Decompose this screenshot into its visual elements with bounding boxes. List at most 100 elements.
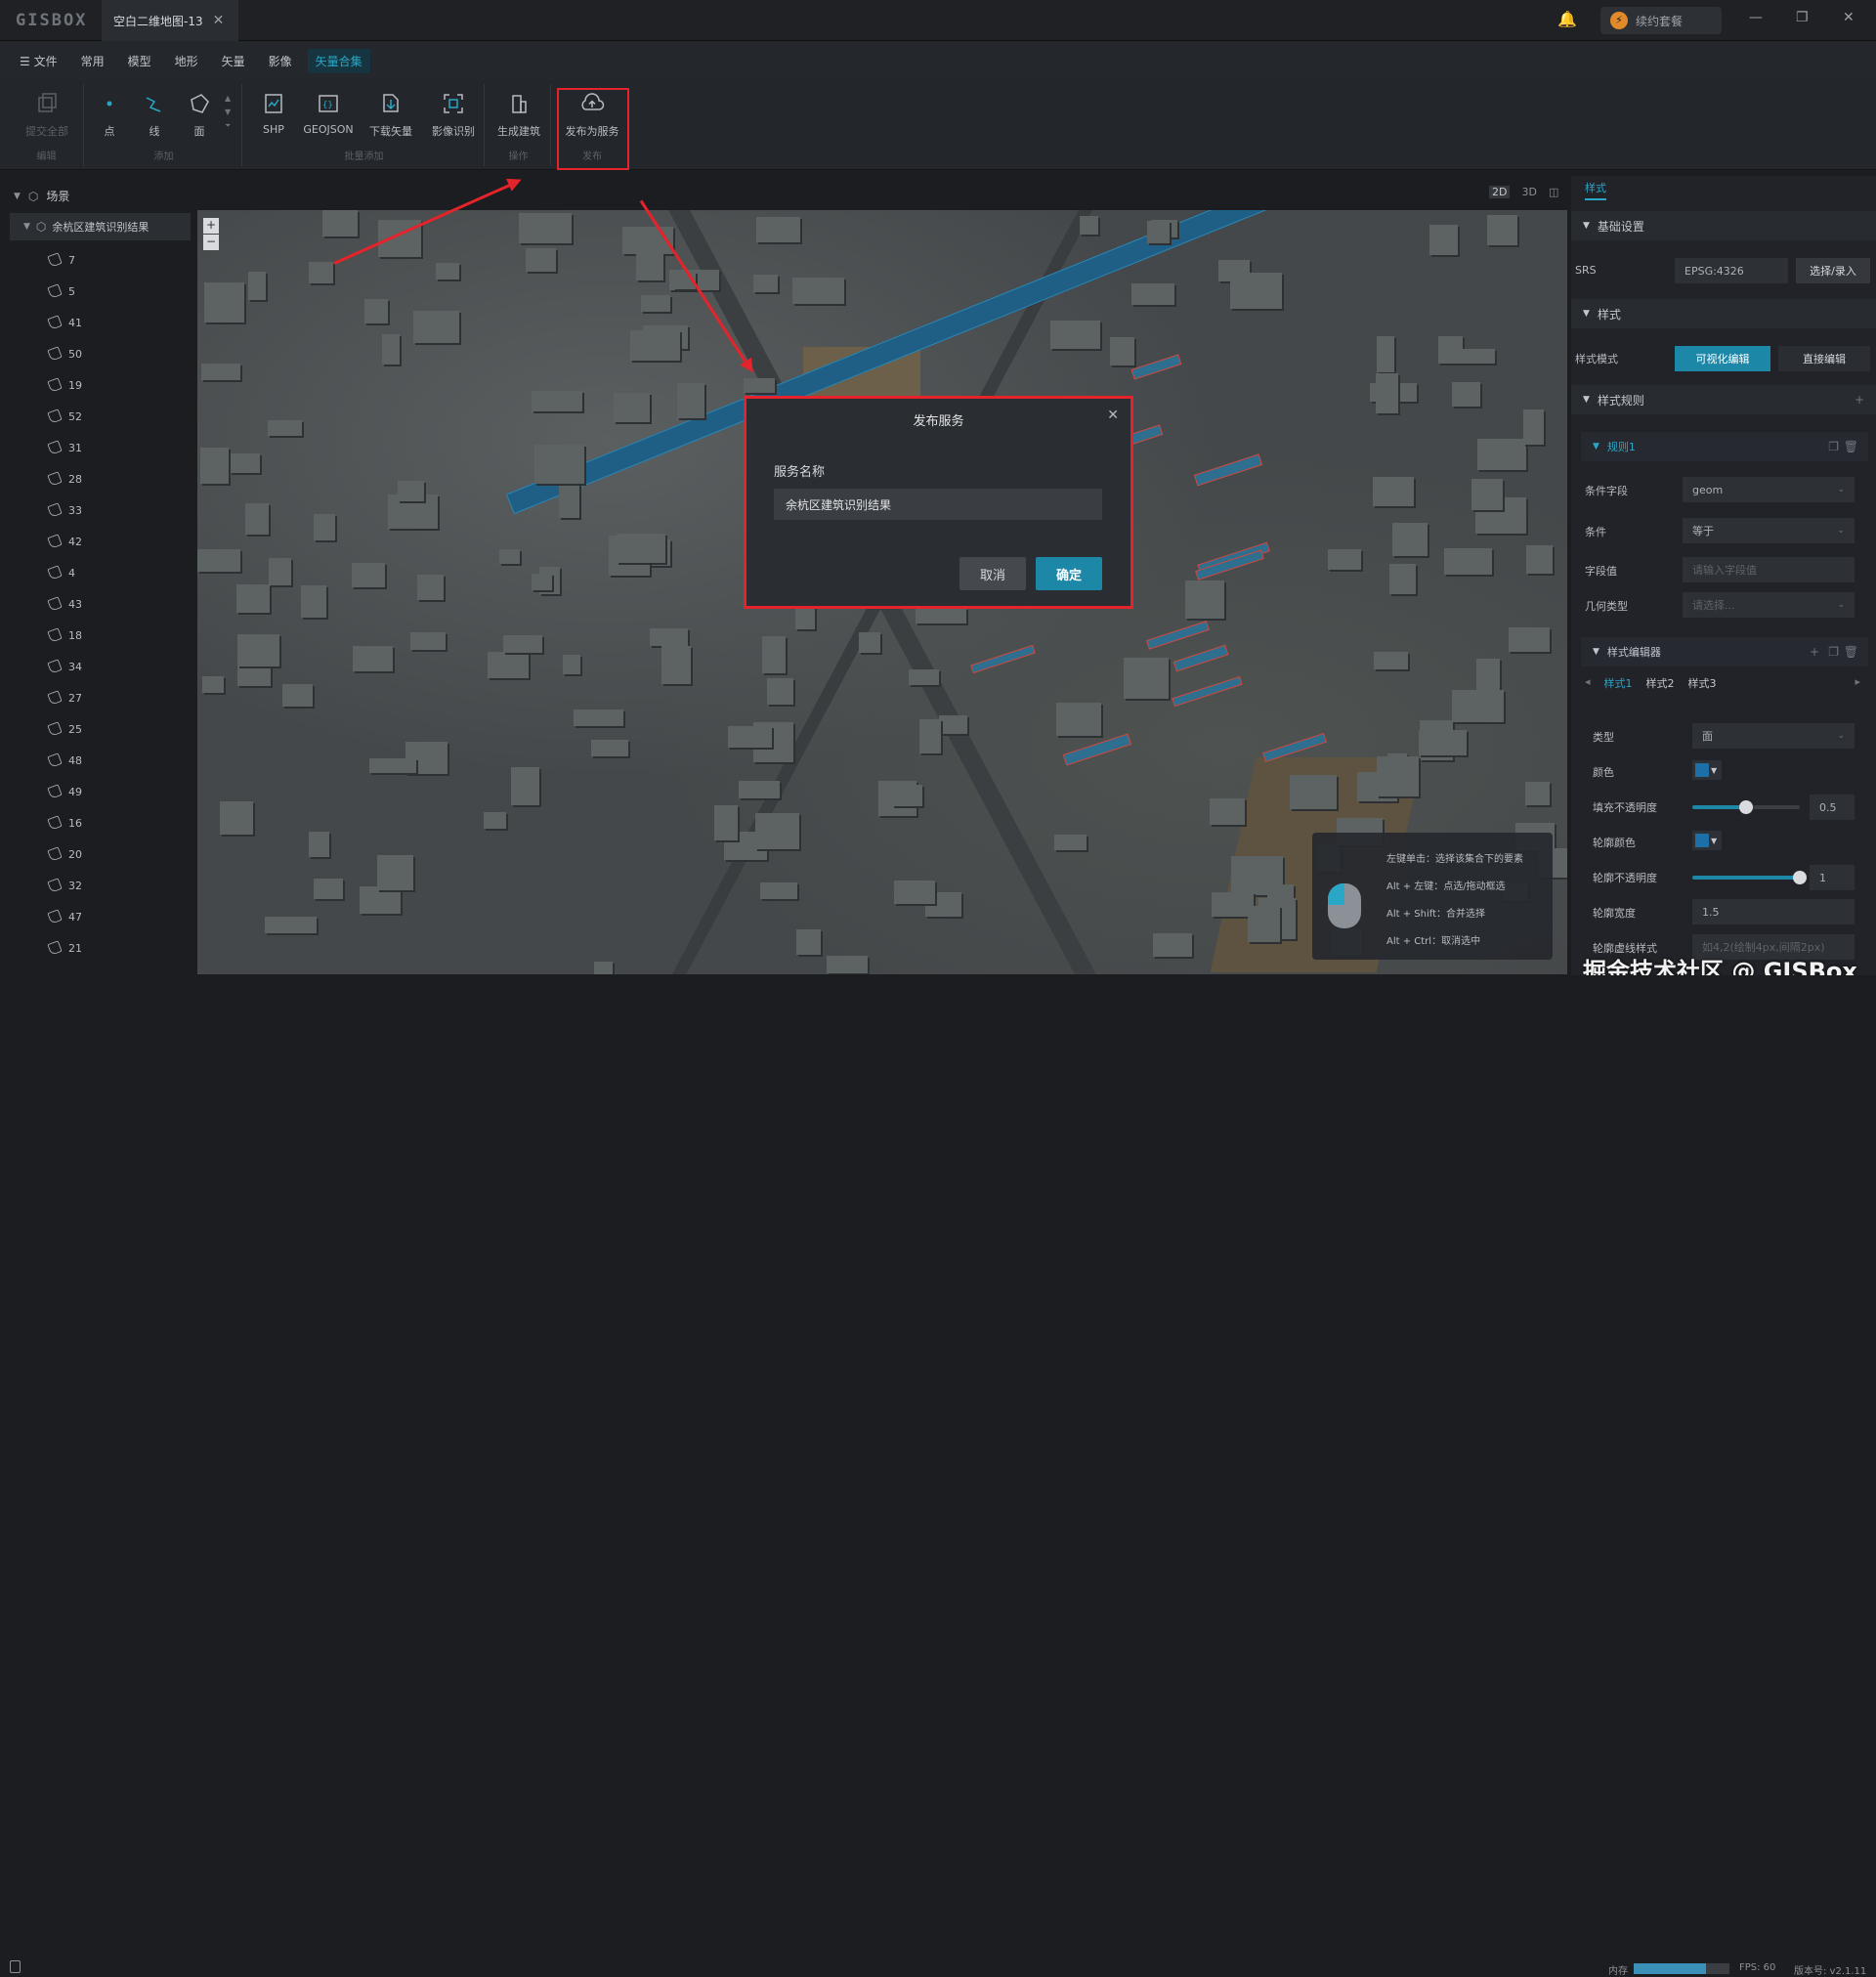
commit-all-button[interactable]: 提交全部	[18, 90, 76, 139]
document-tab[interactable]: 空白二维地图-13 ✕	[102, 0, 238, 41]
feature-item[interactable]: 33	[47, 501, 82, 519]
add-icon[interactable]: +	[1855, 393, 1864, 407]
outline-color-picker[interactable]: ▼	[1692, 831, 1722, 850]
outline-opacity-slider[interactable]	[1692, 871, 1807, 884]
confirm-button[interactable]: 确定	[1036, 557, 1102, 590]
copy-icon[interactable]: ❐	[1828, 440, 1839, 453]
feature-item[interactable]: 42	[47, 533, 82, 550]
style-editor-header[interactable]: ▼ 样式编辑器 + ❐ 🗑	[1581, 637, 1868, 666]
collapse-arrow-icon[interactable]: ▼	[23, 222, 30, 232]
geojson-button[interactable]: {} GEOJSON	[299, 90, 358, 136]
feature-item[interactable]: 28	[47, 470, 82, 488]
feature-item[interactable]: 48	[47, 752, 82, 769]
direct-edit-button[interactable]: 直接编辑	[1778, 346, 1870, 371]
feature-item[interactable]: 18	[47, 626, 82, 644]
visual-edit-button[interactable]: 可视化编辑	[1675, 346, 1770, 371]
srs-select-button[interactable]: 选择/录入	[1796, 258, 1870, 283]
minimize-icon[interactable]: —	[1749, 10, 1763, 25]
feature-item[interactable]: 16	[47, 814, 82, 832]
close-icon[interactable]: ✕	[1107, 408, 1119, 423]
zoom-in-icon[interactable]: +	[203, 218, 219, 234]
geometry-type-select[interactable]: 请选择... ⌄	[1683, 592, 1855, 618]
layer-row[interactable]: ▼ ⬡ 余杭区建筑识别结果	[10, 213, 191, 240]
type-select[interactable]: 面 ⌄	[1692, 723, 1855, 749]
split-view-icon[interactable]: ◫	[1549, 186, 1558, 198]
tag-icon	[47, 909, 63, 924]
file-menu[interactable]: ☰ 文件	[20, 53, 58, 69]
feature-item[interactable]: 20	[47, 845, 82, 863]
mode-3d-button[interactable]: 3D	[1521, 186, 1536, 198]
restore-icon[interactable]: ❐	[1796, 10, 1809, 25]
srs-field[interactable]: EPSG:4326	[1675, 258, 1788, 283]
copy-icon[interactable]: ❐	[1828, 645, 1839, 659]
tab-style-3[interactable]: 样式3	[1688, 675, 1717, 691]
shp-button[interactable]: SHP	[252, 90, 295, 136]
feature-item[interactable]: 47	[47, 908, 82, 925]
renew-plan-button[interactable]: ⚡ 续约套餐	[1600, 7, 1722, 34]
tab-style-2[interactable]: 样式2	[1646, 675, 1675, 691]
map-building	[858, 631, 880, 653]
add-icon[interactable]: +	[1810, 645, 1819, 659]
feature-item[interactable]: 31	[47, 439, 82, 456]
close-window-icon[interactable]: ✕	[1843, 10, 1855, 25]
feature-item[interactable]: 7	[47, 251, 75, 269]
add-line-button[interactable]: 线	[137, 90, 172, 139]
add-point-button[interactable]: 点	[92, 90, 127, 139]
outline-width-input[interactable]: 1.5	[1692, 899, 1855, 924]
chevron-left-icon[interactable]: ◂	[1585, 675, 1591, 691]
fill-opacity-value[interactable]: 0.5	[1810, 795, 1855, 820]
menu-vector[interactable]: 矢量	[222, 53, 245, 69]
feature-item[interactable]: 25	[47, 720, 82, 738]
delete-icon[interactable]: 🗑	[1844, 440, 1858, 453]
slider-knob[interactable]	[1793, 871, 1807, 884]
image-recognition-button[interactable]: 影像识别	[424, 90, 483, 139]
feature-item[interactable]: 4	[47, 564, 75, 581]
condition-select[interactable]: 等于 ⌄	[1683, 518, 1855, 543]
close-tab-icon[interactable]: ✕	[213, 13, 225, 28]
notification-bell-icon[interactable]: 🔔	[1557, 10, 1577, 28]
scroll-arrows-icon[interactable]: ▲ ▼ ⏷	[225, 92, 231, 133]
feature-item[interactable]: 19	[47, 376, 82, 394]
service-name-input[interactable]	[774, 489, 1102, 520]
outline-opacity-value[interactable]: 1	[1810, 865, 1855, 890]
add-polygon-button[interactable]: 面	[182, 90, 217, 139]
mode-2d-button[interactable]: 2D	[1489, 186, 1511, 198]
menu-common[interactable]: 常用	[81, 53, 105, 69]
feature-item[interactable]: 32	[47, 877, 82, 894]
tab-style[interactable]: 样式	[1585, 180, 1606, 200]
feature-item[interactable]: 41	[47, 314, 82, 331]
section-style[interactable]: ▼ 样式	[1571, 299, 1876, 328]
section-basic[interactable]: ▼ 基础设置	[1571, 211, 1876, 240]
feature-item[interactable]: 50	[47, 345, 82, 363]
menu-terrain[interactable]: 地形	[175, 53, 198, 69]
menu-imagery[interactable]: 影像	[269, 53, 292, 69]
feature-item[interactable]: 49	[47, 783, 82, 800]
tab-style-1[interactable]: 样式1	[1604, 675, 1633, 691]
feature-item[interactable]: 5	[47, 282, 75, 300]
document-icon[interactable]	[10, 1960, 21, 1973]
fill-color-picker[interactable]: ▼	[1692, 760, 1722, 780]
zoom-control[interactable]: + −	[203, 218, 219, 251]
delete-icon[interactable]: 🗑	[1844, 645, 1858, 659]
condition-field-select[interactable]: geom ⌄	[1683, 477, 1855, 502]
fill-opacity-slider[interactable]	[1692, 800, 1800, 814]
feature-item[interactable]: 52	[47, 408, 82, 425]
collapse-arrow-icon[interactable]: ▼	[14, 192, 21, 201]
zoom-out-icon[interactable]: −	[203, 235, 219, 250]
feature-item[interactable]: 27	[47, 689, 82, 707]
cancel-button[interactable]: 取消	[959, 557, 1026, 590]
feature-item[interactable]: 21	[47, 939, 82, 957]
feature-item[interactable]: 43	[47, 595, 82, 613]
generate-building-button[interactable]: 生成建筑	[490, 90, 547, 139]
scene-header[interactable]: ▼ ⬡ 场景	[14, 188, 69, 204]
menu-model[interactable]: 模型	[128, 53, 151, 69]
menu-vector-collection[interactable]: 矢量合集	[307, 48, 370, 73]
slider-knob[interactable]	[1739, 800, 1753, 814]
feature-item[interactable]: 34	[47, 658, 82, 675]
view-mode-switch[interactable]: 2D 3D ◫	[1489, 186, 1558, 198]
chevron-right-icon[interactable]: ▸	[1855, 675, 1861, 691]
field-value-input[interactable]: 请输入字段值	[1683, 557, 1855, 582]
rule-1-header[interactable]: ▼ 规则1 ❐ 🗑	[1581, 432, 1868, 461]
section-style-rules[interactable]: ▼ 样式规则 +	[1571, 385, 1876, 414]
download-vector-button[interactable]: 下载矢量	[362, 90, 420, 139]
